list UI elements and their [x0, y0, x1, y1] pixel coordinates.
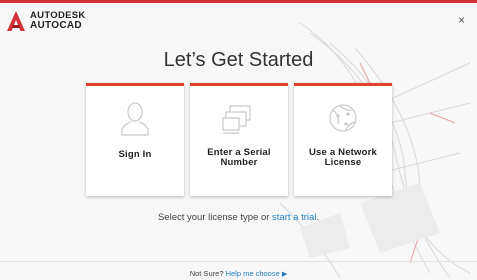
brand-line2: AUTOCAD: [30, 20, 82, 31]
network-license-label: Use a Network License: [308, 147, 378, 168]
license-hint-suffix: .: [316, 212, 320, 223]
serial-number-card[interactable]: Enter a Serial Number: [190, 83, 288, 196]
sign-in-card[interactable]: Sign In: [86, 83, 184, 196]
network-license-card[interactable]: Use a Network License: [294, 83, 392, 196]
license-hint-text: Select your license type or: [157, 212, 273, 223]
license-dialog: AUTODESK AUTOCAD × Let’s Get Started Sig…: [0, 0, 477, 280]
chevron-right-icon: ▶: [281, 271, 288, 278]
footer: Not Sure? Help me choose ▶: [0, 269, 477, 278]
footer-divider: [0, 261, 477, 262]
autocad-logo-icon: [7, 11, 25, 31]
license-hint: Select your license type or start a tria…: [0, 212, 477, 223]
close-button[interactable]: ×: [458, 14, 468, 26]
network-globe-icon: [329, 104, 357, 132]
help-me-choose-link[interactable]: Help me choose: [226, 269, 280, 278]
page-title: Let’s Get Started: [163, 49, 314, 71]
serial-number-label: Enter a Serial Number: [207, 147, 271, 168]
start-trial-link[interactable]: start a trial: [272, 212, 316, 223]
header: AUTODESK AUTOCAD ×: [0, 3, 477, 41]
devices-icon: [222, 105, 251, 134]
sign-in-label: Sign In: [118, 149, 152, 160]
footer-prompt: Not Sure?: [189, 269, 226, 278]
brand-wordmark: AUTODESK AUTOCAD: [30, 11, 86, 31]
user-icon: [121, 102, 149, 136]
